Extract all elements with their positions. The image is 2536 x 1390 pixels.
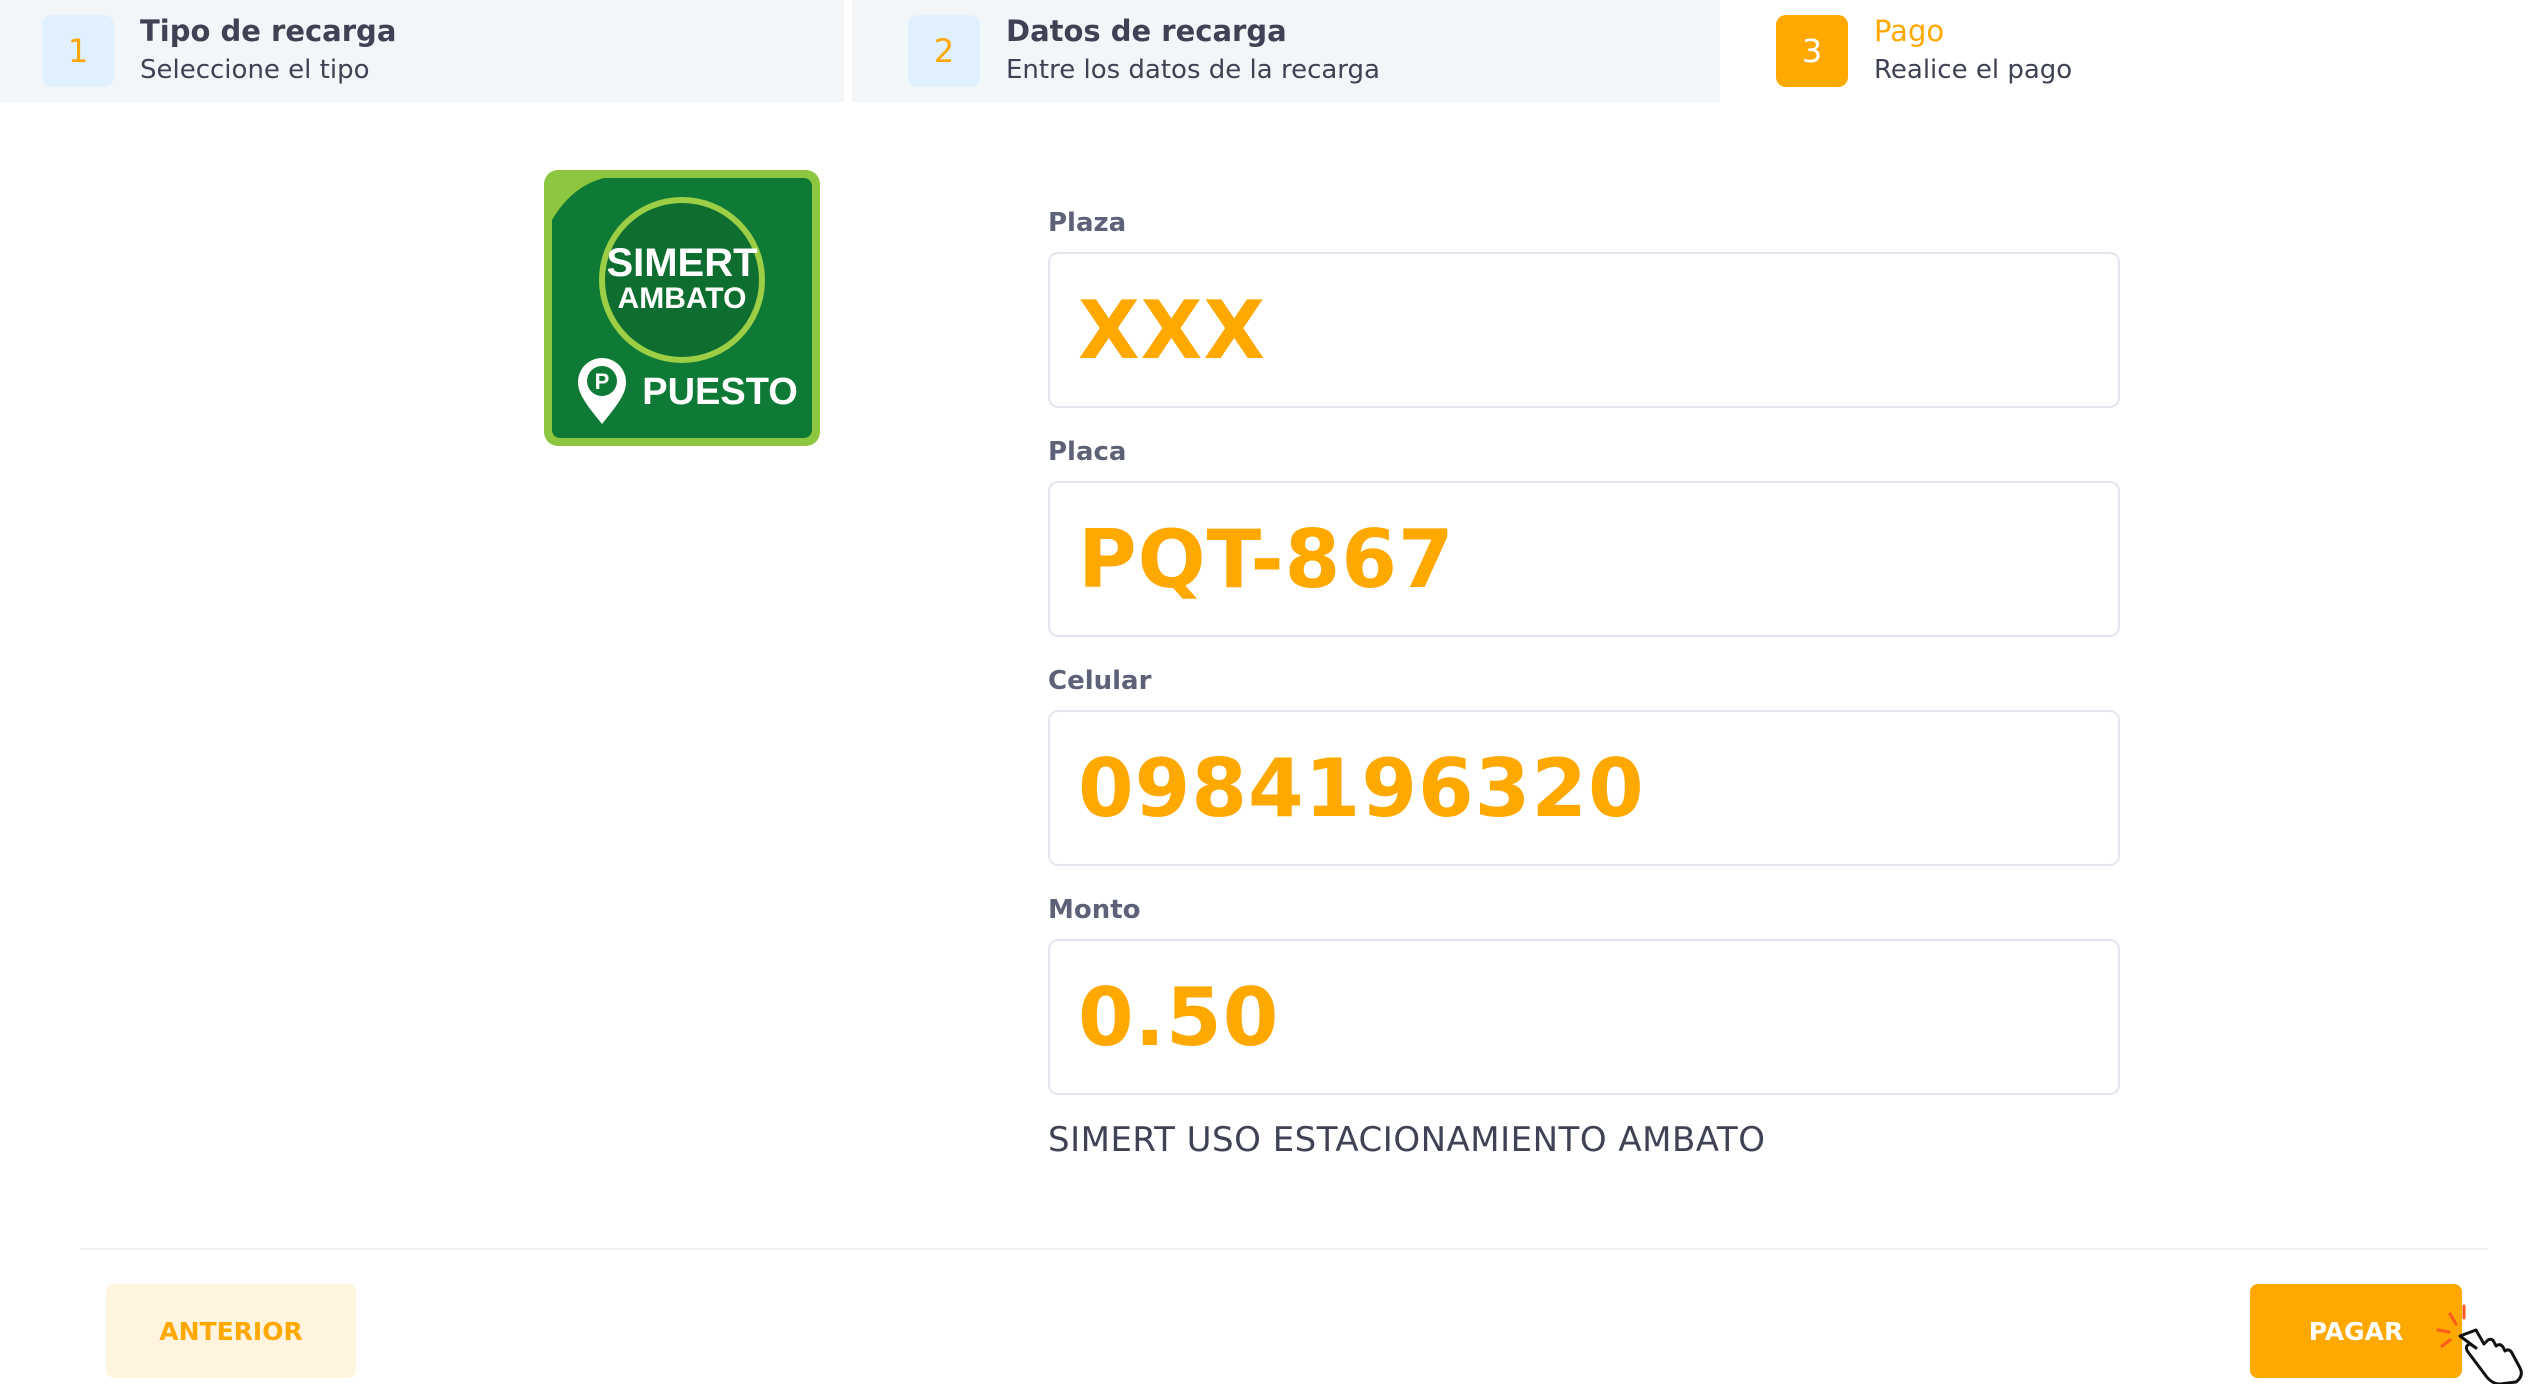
- step-title: Tipo de recarga: [140, 14, 397, 48]
- step-tipo-de-recarga[interactable]: 1 Tipo de recarga Seleccione el tipo: [0, 0, 844, 102]
- step-text: Datos de recarga Entre los datos de la r…: [1006, 13, 1380, 89]
- step-number: 2: [908, 15, 980, 87]
- step-pago[interactable]: 3 Pago Realice el pago: [1720, 0, 2536, 102]
- step-title: Pago: [1874, 14, 1945, 48]
- plaza-label: Plaza: [1048, 208, 1127, 238]
- step-title: Datos de recarga: [1006, 14, 1287, 48]
- step-number: 1: [42, 15, 114, 87]
- svg-text:P: P: [595, 369, 610, 394]
- placa-label: Placa: [1048, 437, 1127, 467]
- logo-text-simert: SIMERT: [606, 241, 757, 285]
- step-subtitle: Seleccione el tipo: [140, 55, 370, 85]
- simert-puesto-logo: SIMERT AMBATO P PUESTO: [544, 170, 820, 446]
- celular-field[interactable]: 0984196320: [1048, 710, 2120, 866]
- monto-field[interactable]: 0.50: [1048, 939, 2120, 1095]
- step-subtitle: Entre los datos de la recarga: [1006, 55, 1380, 85]
- monto-label: Monto: [1048, 895, 1141, 925]
- step-datos-de-recarga[interactable]: 2 Datos de recarga Entre los datos de la…: [852, 0, 1720, 102]
- footer-divider: [80, 1248, 2488, 1250]
- plaza-field[interactable]: XXX: [1048, 252, 2120, 408]
- step-text: Pago Realice el pago: [1874, 13, 2072, 89]
- anterior-button[interactable]: ANTERIOR: [106, 1284, 356, 1378]
- placa-field[interactable]: PQT-867: [1048, 481, 2120, 637]
- pagar-button[interactable]: PAGAR: [2250, 1284, 2462, 1378]
- wizard-stepper: 1 Tipo de recarga Seleccione el tipo 2 D…: [0, 0, 2536, 102]
- service-description: SIMERT USO ESTACIONAMIENTO AMBATO: [1048, 1120, 1766, 1160]
- logo-text-puesto: PUESTO: [642, 371, 798, 413]
- step-number: 3: [1776, 15, 1848, 87]
- step-subtitle: Realice el pago: [1874, 55, 2073, 85]
- celular-label: Celular: [1048, 666, 1152, 696]
- logo-text-ambato: AMBATO: [618, 282, 747, 315]
- step-text: Tipo de recarga Seleccione el tipo: [140, 13, 396, 89]
